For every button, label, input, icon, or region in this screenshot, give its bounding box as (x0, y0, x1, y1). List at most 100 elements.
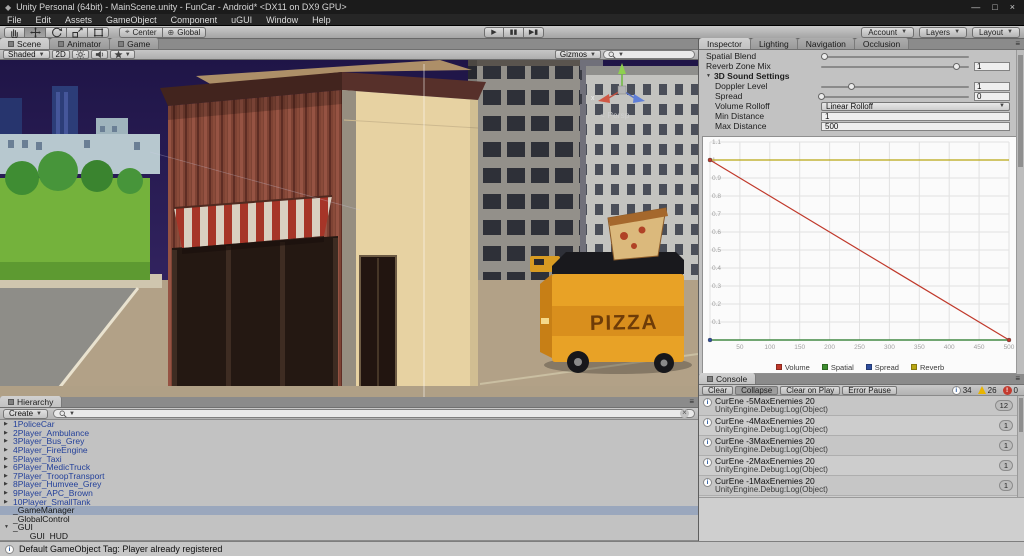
menu-edit[interactable]: Edit (29, 14, 59, 26)
console-error-pause-button[interactable]: Error Pause (842, 385, 897, 395)
draw-mode-dropdown[interactable]: Shaded ▼ (3, 50, 50, 59)
hierarchy-item[interactable]: _GameManager (0, 505, 698, 515)
console-clear-button[interactable]: Clear (702, 385, 734, 395)
curve-handle[interactable] (1006, 337, 1012, 343)
hierarchy-item[interactable]: ▶ 9Player_APC_Brown (0, 488, 698, 498)
panel-menu-icon[interactable]: ≡ (1015, 373, 1020, 384)
foldout-right-icon[interactable]: ▶ (4, 473, 13, 479)
menu-assets[interactable]: Assets (58, 14, 99, 26)
gizmos-dropdown[interactable]: Gizmos ▼ (554, 50, 601, 59)
hierarchy-item[interactable]: ▶ 10Player_SmallTank (0, 497, 698, 507)
tab-game[interactable]: Game (110, 38, 160, 49)
slider-knob[interactable] (847, 83, 855, 90)
console-entry[interactable]: i CurEne -4MaxEnemies 20 UnityEngine.Debug… (699, 416, 1024, 436)
error-count-toggle[interactable]: ! 0 (1002, 385, 1018, 395)
foldout-right-icon[interactable]: ▶ (4, 481, 13, 487)
panel-menu-icon[interactable]: ≡ (1015, 38, 1020, 49)
rect-tool-button[interactable] (88, 26, 109, 38)
foldout-down-icon[interactable]: ▼ (4, 524, 13, 530)
menu-ugui[interactable]: uGUI (224, 14, 259, 26)
menu-help[interactable]: Help (305, 14, 338, 26)
spread-slider[interactable] (818, 92, 969, 100)
tab-hierarchy[interactable]: Hierarchy (0, 396, 63, 407)
volume-rolloff-graph[interactable]: 1.1 1 0.9 0.8 0.7 0.6 0.5 0.4 0.3 0.2 0.1 50 100 150 2… (702, 136, 1018, 374)
scrollbar-thumb[interactable] (1018, 55, 1023, 167)
create-dropdown-button[interactable]: Create ▼ (3, 408, 48, 419)
hierarchy-item[interactable]: ▶ 8Player_Humvee_Grey (0, 479, 698, 489)
foldout-right-icon[interactable]: ▶ (4, 490, 13, 496)
gizmo-center-cube[interactable] (617, 85, 627, 95)
slider-knob[interactable] (952, 63, 960, 70)
tab-scene[interactable]: Scene (0, 38, 51, 49)
slider-knob[interactable] (820, 53, 828, 60)
reverb-zone-mix-field[interactable]: 1 (974, 61, 1010, 71)
console-entry[interactable]: i CurEne -3MaxEnemies 20 UnityEngine.Debug… (699, 436, 1024, 456)
tab-console[interactable]: Console (699, 373, 757, 384)
spread-field[interactable]: 0 (974, 91, 1010, 101)
foldout-right-icon[interactable]: ▶ (4, 430, 13, 436)
account-dropdown[interactable]: Account ▼ (861, 26, 915, 38)
tab-navigation[interactable]: Navigation (797, 38, 855, 49)
console-entry[interactable]: i CurEne -5MaxEnemies 20 UnityEngine.Debug… (699, 396, 1024, 416)
play-button[interactable]: ▶ (484, 26, 504, 38)
tab-occlusion[interactable]: Occlusion (854, 38, 910, 49)
hierarchy-search-input[interactable]: ▼ × (52, 409, 695, 418)
rotate-tool-button[interactable] (46, 26, 67, 38)
console-clear-on-play-button[interactable]: Clear on Play (780, 385, 841, 395)
slider-knob[interactable] (818, 93, 825, 100)
layout-dropdown[interactable]: Layout ▼ (972, 26, 1020, 38)
foldout-right-icon[interactable]: ▶ (4, 438, 13, 444)
legend-item-spread[interactable]: Spread (865, 363, 899, 372)
lighting-toggle-button[interactable] (71, 50, 89, 59)
max-distance-field[interactable]: 500 (821, 121, 1010, 131)
console-scrollbar[interactable] (1017, 396, 1024, 497)
layers-dropdown[interactable]: Layers ▼ (919, 26, 968, 38)
min-distance-field[interactable]: 1 (821, 111, 1010, 121)
hierarchy-item[interactable]: ▶ 4Player_FireEngine (0, 445, 698, 455)
curve-handle[interactable] (707, 157, 713, 163)
scale-tool-button[interactable] (67, 26, 88, 38)
tab-animator[interactable]: Animator (50, 38, 111, 49)
doppler-level-field[interactable]: 1 (974, 81, 1010, 91)
pivot-toggle-button[interactable]: ⌖ Center (119, 26, 163, 38)
status-bar[interactable]: i Default GameObject Tag: Player already… (0, 541, 1024, 556)
panel-menu-icon[interactable]: ≡ (689, 396, 694, 407)
menu-gameobject[interactable]: GameObject (99, 14, 164, 26)
hierarchy-item[interactable]: _GUI_HUD (0, 531, 698, 540)
menu-file[interactable]: File (0, 14, 29, 26)
volume-rolloff-dropdown[interactable]: Linear Rolloff ▼ (821, 101, 1010, 111)
foldout-right-icon[interactable]: ▶ (4, 447, 13, 453)
menu-component[interactable]: Component (164, 14, 225, 26)
legend-item-reverb[interactable]: Reverb (910, 363, 944, 372)
hierarchy-item[interactable]: ▼ _GUI (0, 522, 698, 532)
pause-button[interactable]: ▮▮ (504, 26, 524, 38)
space-toggle-button[interactable]: ⊕ Global (162, 26, 207, 38)
info-count-toggle[interactable]: i 34 (951, 385, 972, 395)
rolloff-curve-plot[interactable]: 1.110.90.80.70.60.50.40.30.20.150 100 150 2… (703, 137, 1017, 361)
tab-lighting[interactable]: Lighting (750, 38, 798, 49)
maximize-button[interactable]: □ (992, 2, 997, 12)
audio-toggle-button[interactable] (90, 50, 108, 59)
foldout-right-icon[interactable]: ▶ (4, 421, 13, 427)
clear-search-icon[interactable]: × (680, 409, 689, 418)
foldout-down-icon[interactable]: ▼ (706, 73, 711, 79)
hierarchy-item[interactable]: ▶ 7Player_TroopTransport (0, 471, 698, 481)
close-button[interactable]: × (1010, 2, 1015, 12)
console-entry[interactable]: i CurEne -2MaxEnemies 20 UnityEngine.Debug… (699, 456, 1024, 476)
scene-viewport[interactable]: PIZZA x < Persp (0, 60, 698, 397)
console-collapse-button[interactable]: Collapse (735, 385, 779, 395)
spatial-blend-slider[interactable] (820, 52, 969, 60)
legend-item-spatial[interactable]: Spatial (821, 363, 854, 372)
legend-item-volume[interactable]: Volume (775, 363, 810, 372)
doppler-level-slider[interactable] (821, 82, 969, 90)
foldout-right-icon[interactable]: ▶ (4, 499, 13, 505)
foldout-right-icon[interactable]: ▶ (4, 464, 13, 470)
2d-toggle-button[interactable]: 2D (51, 50, 70, 59)
effects-dropdown-button[interactable]: ▼ (109, 50, 135, 59)
scrollbar-thumb[interactable] (1019, 398, 1023, 432)
persp-label[interactable]: < Persp (600, 110, 630, 120)
step-button[interactable]: ▶▮ (524, 26, 544, 38)
inspector-scrollbar[interactable] (1016, 50, 1024, 374)
move-tool-button[interactable] (25, 26, 46, 38)
foldout-right-icon[interactable]: ▶ (4, 456, 13, 462)
